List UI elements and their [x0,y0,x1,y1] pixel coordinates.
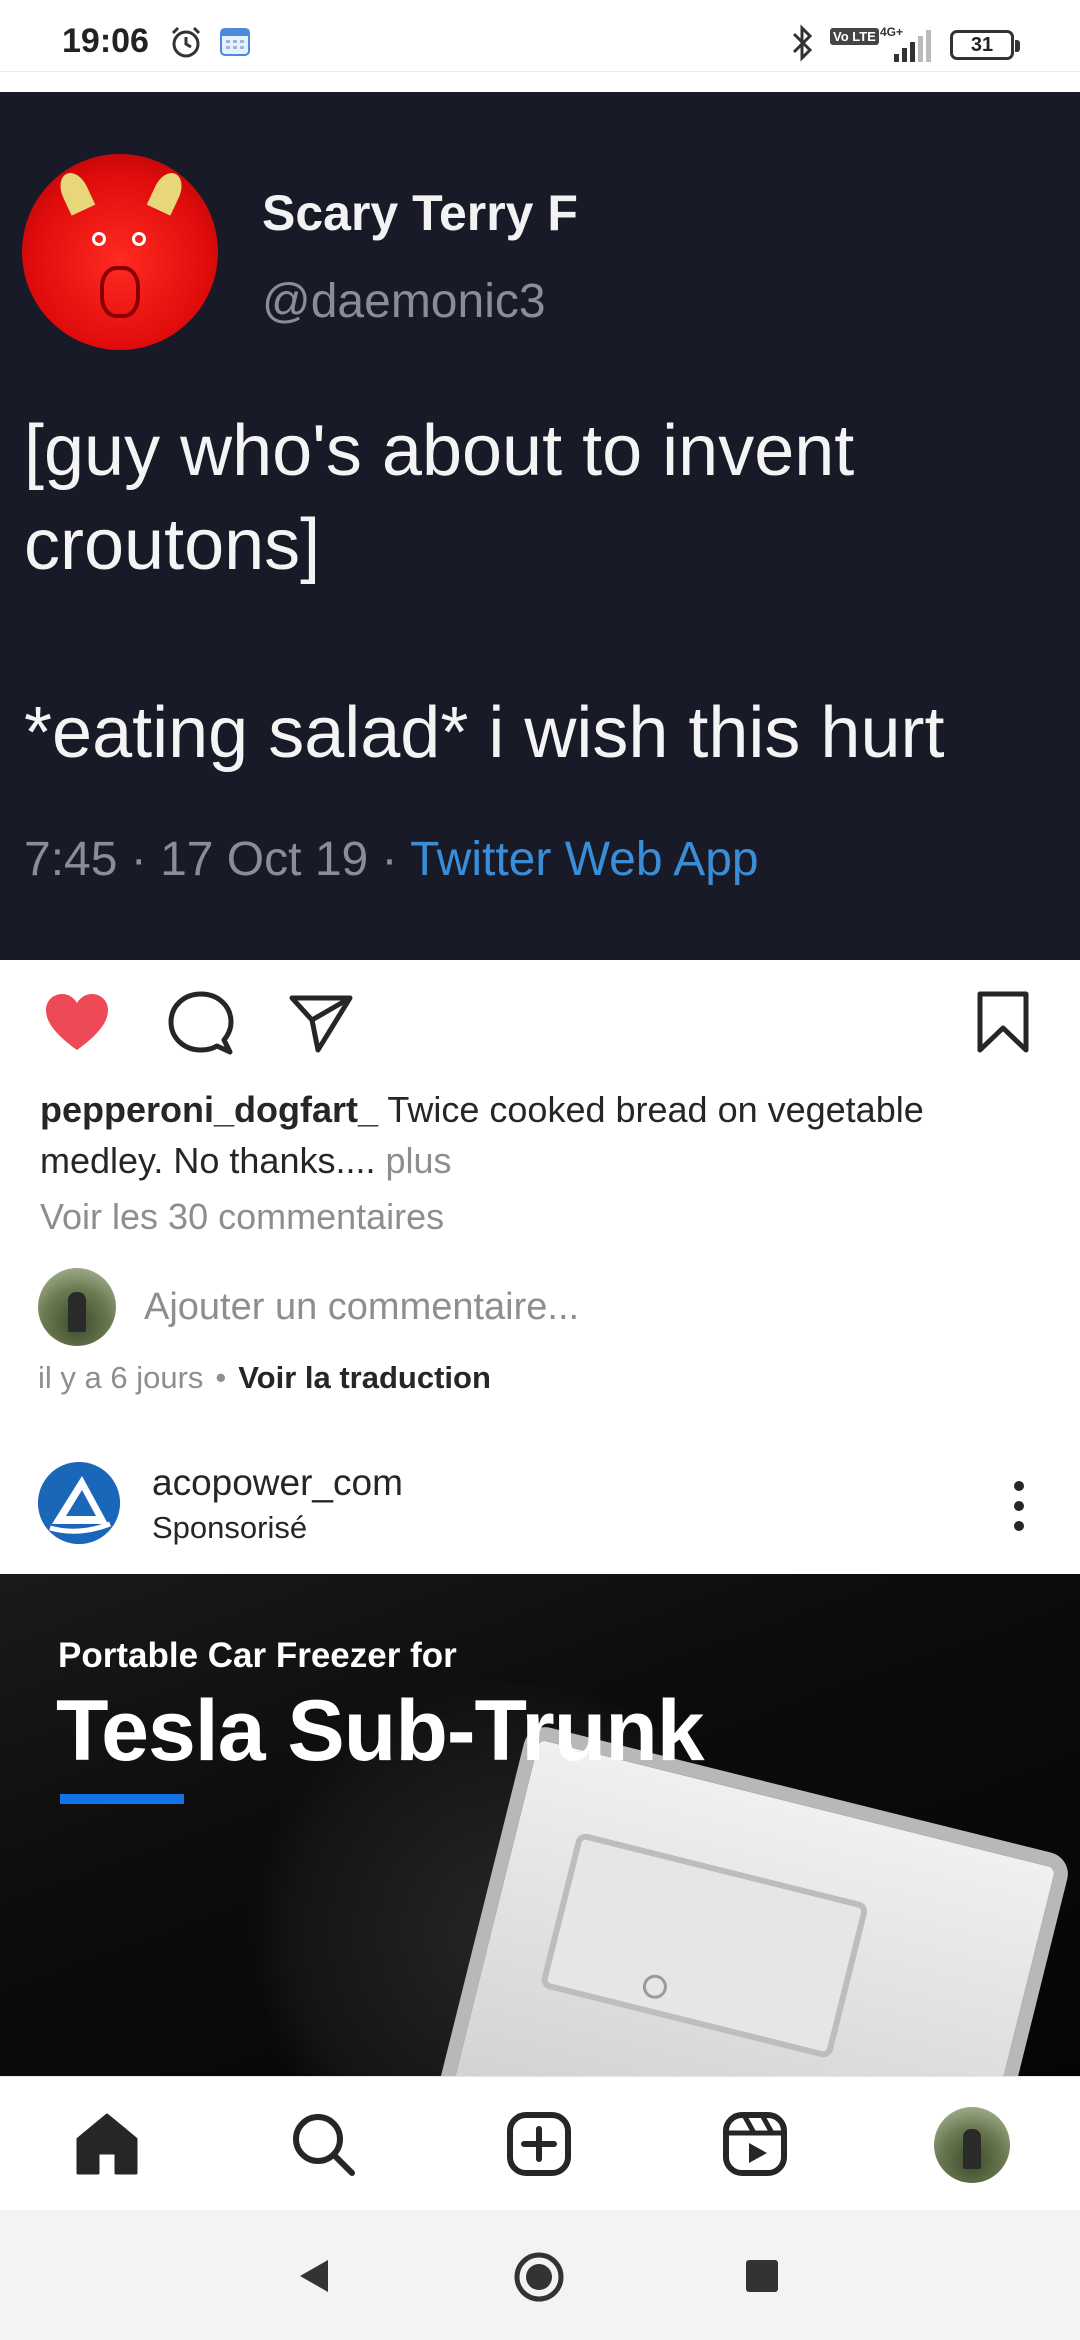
sponsored-label: Sponsorisé [152,1510,308,1545]
create-icon[interactable] [506,2111,572,2182]
ad-accent-bar [60,1794,184,1804]
battery-indicator: 31 [950,30,1020,60]
search-icon[interactable] [290,2111,356,2182]
status-bar: 19:06 Vo LTE 4G+ 31 [0,0,1080,72]
send-icon[interactable] [288,990,354,1061]
tweet-meta: 7:45 · 17 Oct 19 · Twitter Web App [24,832,759,887]
post-timestamp-row: il y a 6 jours • Voir la traduction [38,1360,491,1396]
bookmark-icon[interactable] [974,990,1032,1061]
more-vertical-icon[interactable] [1004,1476,1034,1536]
system-navigation-bar [0,2210,1080,2340]
calendar-icon [218,24,252,63]
recent-apps-icon[interactable] [744,2258,780,2299]
ad-title: Tesla Sub-Trunk [56,1683,705,1779]
alarm-icon [168,24,204,65]
bluetooth-icon [790,24,816,67]
avatar [38,1268,116,1346]
ad-subtitle: Portable Car Freezer for [58,1636,457,1675]
tweet-avatar [22,154,218,350]
heart-icon[interactable] [42,990,112,1061]
comment-icon[interactable] [168,990,234,1061]
ad-image[interactable]: Portable Car Freezer for Tesla Sub-Trunk [0,1574,1080,2076]
add-comment-row[interactable]: Ajouter un commentaire... [38,1268,1038,1348]
tweet-display-name: Scary Terry F [262,185,578,241]
separator-dot: • [215,1360,227,1395]
volte-icon: Vo LTE [830,28,879,45]
tweet-source: Twitter Web App [410,833,759,886]
sponsor-username[interactable]: acopower_com [152,1462,403,1504]
back-icon[interactable] [294,2256,334,2301]
home-button-icon[interactable] [512,2250,566,2309]
bottom-navigation [0,2076,1080,2210]
post-actions [0,978,1080,1068]
network-type: 4G+ [880,25,903,39]
home-icon[interactable] [74,2111,140,2182]
post-image[interactable]: Scary Terry F @daemonic3 [guy who's abou… [0,92,1080,960]
post-caption: pepperoni_dogfart_ Twice cooked bread on… [40,1084,1040,1186]
sponsored-post-header: acopower_com Sponsorisé [0,1448,1080,1574]
tweet-text: [guy who's about to invent croutons] *ea… [24,411,945,773]
post-time-ago: il y a 6 jours [38,1360,204,1395]
reels-icon[interactable] [722,2111,788,2182]
caption-username[interactable]: pepperoni_dogfart_ [40,1089,378,1130]
status-time: 19:06 [62,22,149,60]
caption-more-link[interactable]: plus [375,1140,451,1181]
sponsor-avatar[interactable] [38,1462,120,1544]
view-comments-link[interactable]: Voir les 30 commentaires [40,1196,444,1238]
see-translation-link[interactable]: Voir la traduction [238,1360,491,1395]
signal-icon: 4G+ [878,24,938,69]
tweet-timestamp: 7:45 · 17 Oct 19 · [24,833,410,886]
tweet-handle: @daemonic3 [262,275,546,328]
add-comment-input[interactable]: Ajouter un commentaire... [144,1286,579,1329]
profile-avatar[interactable] [934,2107,1010,2183]
